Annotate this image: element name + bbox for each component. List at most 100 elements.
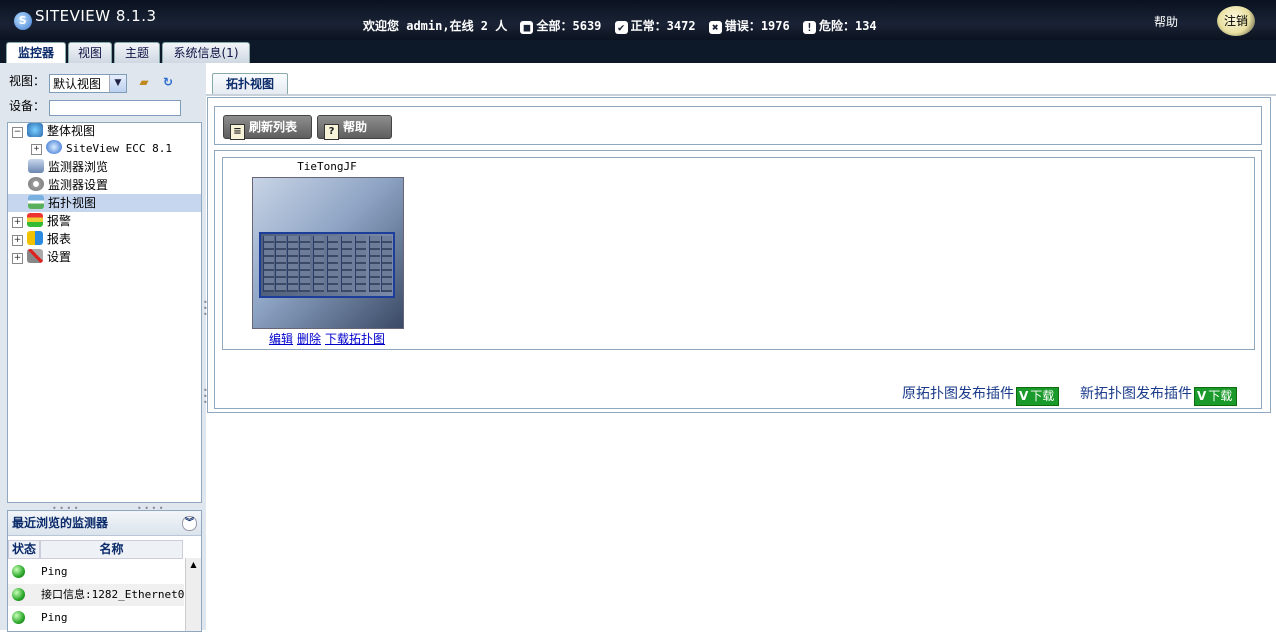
download-arrow-icon: V xyxy=(1197,389,1207,403)
check-icon: ✔ xyxy=(614,21,628,34)
tab-topology-view[interactable]: 拓扑视图 xyxy=(212,73,288,95)
app-header: S SITEVIEW 8.1.3 欢迎您 admin,在线 2 人 ■ 全部：563… xyxy=(0,0,1276,40)
help-button[interactable]: ? 帮助 xyxy=(317,115,392,140)
row-name: Ping xyxy=(41,565,68,578)
expand-icon[interactable]: + xyxy=(31,144,42,155)
status-ok-icon xyxy=(12,611,25,624)
column-header-status[interactable]: 状态 xyxy=(8,540,40,559)
tree-item-label: 报表 xyxy=(47,232,72,246)
rack-diagram xyxy=(259,232,395,298)
topology-thumbnail-image[interactable] xyxy=(252,177,404,329)
view-label: 视图： xyxy=(9,74,46,88)
normal-label: 正常： xyxy=(630,19,667,33)
refresh-icon[interactable]: ↻ xyxy=(161,75,175,89)
topology-icon xyxy=(28,195,44,209)
help-button-label: 帮助 xyxy=(343,120,368,134)
chevron-down-icon[interactable]: ▼ xyxy=(109,75,126,92)
monitor-computer-icon xyxy=(28,159,44,173)
device-search-input[interactable] xyxy=(49,100,181,116)
siteview-logo-icon xyxy=(46,140,62,154)
tab-views[interactable]: 视图 xyxy=(68,42,112,63)
tab-underline xyxy=(206,94,1276,96)
tree-item-siteview-ecc[interactable]: + SiteView ECC 8.1 xyxy=(31,140,172,158)
new-plugin-label: 新拓扑图发布插件 xyxy=(1080,386,1192,402)
topology-name: TieTongJF xyxy=(297,160,357,173)
recent-panel-title: 最近浏览的监测器 xyxy=(12,516,109,530)
new-plugin-download[interactable]: 新拓扑图发布插件 V 下载 xyxy=(1080,383,1238,406)
vertical-scrollbar[interactable]: ▲ xyxy=(185,558,201,631)
traffic-light-icon xyxy=(27,213,43,227)
document-refresh-icon: ≡ xyxy=(230,124,245,140)
tree-item-label: 监测器设置 xyxy=(48,178,109,192)
collapse-icon[interactable]: − xyxy=(12,127,23,138)
download-badge[interactable]: V 下载 xyxy=(1194,387,1238,406)
refresh-list-label: 刷新列表 xyxy=(249,120,298,134)
tree-item-topology-view[interactable]: 拓扑视图 xyxy=(8,194,201,212)
table-row[interactable]: 接口信息:1282_Ethernet0, xyxy=(8,584,184,606)
danger-label: 危险： xyxy=(818,19,855,33)
settings-gear-icon xyxy=(28,177,44,191)
tab-monitors[interactable]: 监控器 xyxy=(6,42,66,63)
tree-item-reports[interactable]: + 报表 xyxy=(12,230,71,248)
navigation-tree: − 整体视图 + SiteView ECC 8.1 监测器浏览 监测器设置 拓扑视图… xyxy=(7,122,202,503)
status-ok-icon xyxy=(12,588,25,601)
warning-icon: ! xyxy=(802,21,816,34)
status-ok-icon xyxy=(12,565,25,578)
scroll-up-icon[interactable]: ▲ xyxy=(186,558,201,572)
status-summary: 欢迎您 admin,在线 2 人 ■ 全部：5639 ✔ 正常：3472 ✖ 错误：1… xyxy=(363,17,877,34)
error-label: 错误： xyxy=(724,19,761,33)
tree-item-alerts[interactable]: + 报警 xyxy=(12,212,71,230)
logo-text: SITEVIEW 8.1.3 xyxy=(35,7,157,25)
download-badge-label: 下载 xyxy=(1030,389,1055,403)
row-name: Ping xyxy=(41,611,68,624)
report-icon xyxy=(27,231,43,245)
download-badge-label: 下载 xyxy=(1208,389,1233,403)
view-select[interactable]: 默认视图 ▼ xyxy=(49,74,127,93)
left-sidebar: 视图： 默认视图 ▼ ▰ ↻ 设备： − 整体视图 + SiteView ECC 8… xyxy=(0,63,206,632)
tree-item-overall-view[interactable]: − 整体视图 xyxy=(12,122,95,140)
recent-monitors-panel: 最近浏览的监测器 ︾ 状态 名称 Ping 接口信息:1282_Ethernet… xyxy=(7,510,202,632)
tree-item-monitor-browse[interactable]: 监测器浏览 xyxy=(28,158,108,176)
expand-icon[interactable]: + xyxy=(12,235,23,246)
globe-network-icon xyxy=(27,123,43,137)
delete-link[interactable]: 删除 xyxy=(297,330,321,347)
tree-item-settings[interactable]: + 设置 xyxy=(12,248,71,266)
tree-item-label: 拓扑视图 xyxy=(48,196,97,210)
recent-panel-header: 最近浏览的监测器 ︾ xyxy=(8,511,201,536)
collapse-chevron-icon[interactable]: ︾ xyxy=(182,516,197,531)
download-arrow-icon: V xyxy=(1019,389,1029,403)
logout-button[interactable]: 注销 xyxy=(1217,6,1255,36)
tree-item-label: SiteView ECC 8.1 xyxy=(66,142,172,155)
error-count: 1976 xyxy=(760,19,790,33)
siteview-logo-icon: S xyxy=(14,12,32,30)
column-header-name[interactable]: 名称 xyxy=(40,540,183,559)
download-badge[interactable]: V 下载 xyxy=(1016,387,1060,406)
error-x-icon: ✖ xyxy=(708,21,722,34)
legacy-plugin-label: 原拓扑图发布插件 xyxy=(902,386,1014,402)
tools-icon xyxy=(27,249,43,263)
normal-count: 3472 xyxy=(666,19,696,33)
tab-themes[interactable]: 主题 xyxy=(114,42,160,63)
folder-open-icon[interactable]: ▰ xyxy=(137,75,151,89)
main-tab-bar: 监控器 视图 主题 系统信息(1) xyxy=(0,40,1276,63)
tree-item-label: 设置 xyxy=(47,250,72,264)
table-row[interactable]: Ping xyxy=(8,561,184,583)
tree-item-label: 报警 xyxy=(47,214,72,228)
legacy-plugin-download[interactable]: 原拓扑图发布插件 V 下载 xyxy=(902,383,1060,406)
tree-item-label: 整体视图 xyxy=(47,124,96,138)
table-row[interactable]: Ping xyxy=(8,607,184,629)
tree-item-monitor-settings[interactable]: 监测器设置 xyxy=(28,176,108,194)
welcome-text: 欢迎您 admin,在线 2 人 xyxy=(363,19,508,33)
tree-item-label: 监测器浏览 xyxy=(48,160,109,174)
download-topology-link[interactable]: 下载拓扑图 xyxy=(325,330,385,347)
header-help-link[interactable]: 帮助 xyxy=(1154,13,1178,30)
app-logo: S SITEVIEW 8.1.3 xyxy=(14,7,157,30)
total-count: 5639 xyxy=(572,19,602,33)
refresh-list-button[interactable]: ≡ 刷新列表 xyxy=(223,115,312,140)
edit-link[interactable]: 编辑 xyxy=(269,330,293,347)
expand-icon[interactable]: + xyxy=(12,217,23,228)
expand-icon[interactable]: + xyxy=(12,253,23,264)
row-name: 接口信息:1282_Ethernet0, xyxy=(41,588,184,601)
danger-count: 134 xyxy=(854,19,877,33)
tab-system-info[interactable]: 系统信息(1) xyxy=(162,42,250,63)
